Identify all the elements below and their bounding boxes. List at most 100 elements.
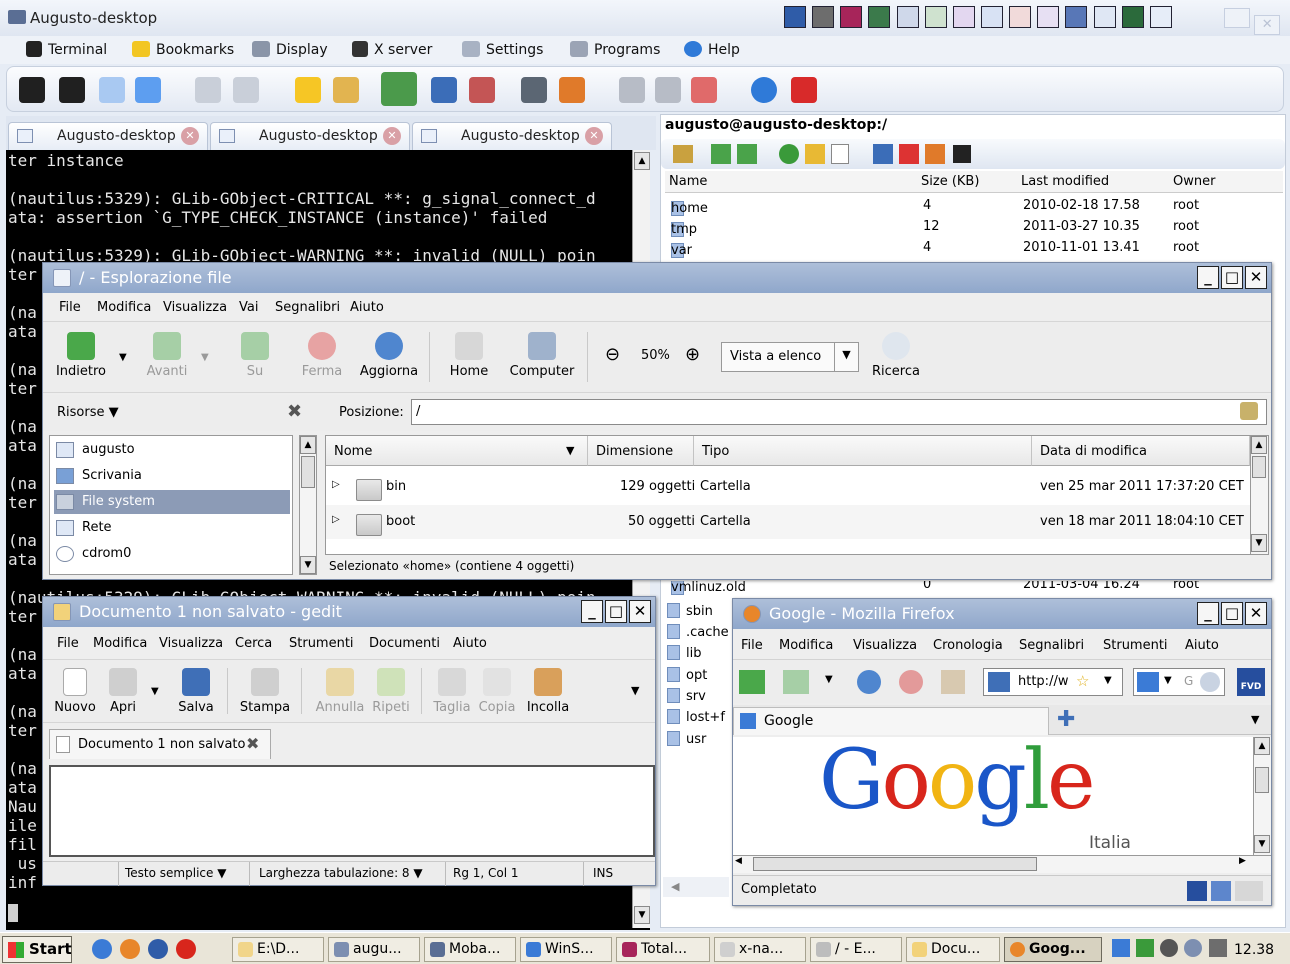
search-engine-icon[interactable] bbox=[1137, 672, 1159, 692]
search-button[interactable]: Ricerca bbox=[865, 332, 927, 379]
zoom-out-icon[interactable]: ⊖ bbox=[605, 344, 620, 365]
horizontal-scrollbar[interactable]: ◀ ▶ bbox=[733, 855, 1271, 873]
sidebar-item-scrivania[interactable]: Scrivania bbox=[54, 464, 290, 488]
column-data[interactable]: Data di modifica bbox=[1032, 436, 1250, 466]
maximize-button[interactable]: □ bbox=[1221, 602, 1243, 625]
file-list-scrollbar[interactable]: ▲ ▼ bbox=[1250, 436, 1268, 554]
column-name[interactable]: Name bbox=[669, 174, 707, 189]
home-button[interactable]: Home bbox=[443, 332, 495, 379]
quick-launch-icon[interactable] bbox=[1121, 6, 1144, 28]
open-button[interactable]: Apri bbox=[103, 668, 143, 715]
table-row[interactable]: ▷ boot 50 oggetti Cartella ven 18 mar 20… bbox=[326, 505, 1250, 539]
close-tab-icon[interactable]: ✖ bbox=[246, 734, 259, 753]
back-button[interactable]: Indietro bbox=[51, 332, 111, 379]
new-folder-icon[interactable] bbox=[805, 144, 825, 164]
close-button[interactable]: ✕ bbox=[629, 600, 651, 623]
page-content[interactable]: Google Italia bbox=[733, 737, 1253, 855]
list-item[interactable]: srv bbox=[667, 688, 706, 704]
table-row[interactable]: var 4 2010-11-01 13.41 root bbox=[665, 237, 1283, 258]
tray-icon[interactable] bbox=[1112, 939, 1130, 957]
menu-bookmarks[interactable]: Segnalibri bbox=[1019, 638, 1084, 653]
home-icon[interactable] bbox=[941, 670, 965, 694]
reload-button[interactable]: Aggiorna bbox=[359, 332, 419, 379]
sp-icon[interactable] bbox=[1211, 881, 1231, 901]
url-bar[interactable]: http://w ☆ ▼ bbox=[983, 668, 1123, 696]
tab-session-2[interactable]: Augusto-desktop ✕ bbox=[210, 122, 410, 150]
menu-view[interactable]: Visualizza bbox=[163, 300, 227, 315]
menu-history[interactable]: Cronologia bbox=[933, 638, 1003, 653]
sidebar-item-rete[interactable]: Rete bbox=[54, 516, 290, 540]
close-button[interactable]: ✕ bbox=[1245, 602, 1267, 625]
chevron-down-icon[interactable]: ▼ bbox=[119, 352, 127, 363]
tab-google[interactable]: Google bbox=[733, 707, 1049, 735]
quick-launch-icon[interactable] bbox=[812, 6, 835, 28]
close-sidebar-icon[interactable]: ✖ bbox=[287, 401, 302, 422]
menu-terminal[interactable]: Terminal bbox=[26, 41, 107, 58]
menu-file[interactable]: File bbox=[741, 638, 763, 653]
menu-edit[interactable]: Modifica bbox=[779, 638, 833, 653]
start-button[interactable]: Start bbox=[2, 936, 72, 963]
new-terminal-icon[interactable] bbox=[19, 77, 45, 103]
list-item[interactable]: opt bbox=[667, 667, 707, 683]
menu-file[interactable]: File bbox=[59, 300, 81, 315]
sidebar-item-filesystem[interactable]: File system bbox=[54, 490, 290, 514]
paste-button[interactable]: Incolla bbox=[523, 668, 573, 715]
table-row[interactable]: tmp 12 2011-03-27 10.35 root bbox=[665, 216, 1283, 237]
scroll-down-icon[interactable]: ▼ bbox=[1251, 534, 1267, 552]
language-select[interactable]: Testo semplice ▼ bbox=[125, 866, 226, 880]
view-mode-select[interactable]: Vista a elenco ▼ bbox=[721, 342, 859, 372]
page-scrollbar[interactable]: ▲ ▼ bbox=[1253, 737, 1271, 855]
chevron-down-icon[interactable]: ▼ bbox=[1251, 713, 1259, 726]
scroll-down-icon[interactable]: ▼ bbox=[1254, 835, 1270, 853]
firefox-icon[interactable] bbox=[120, 939, 141, 959]
arrow-right-icon[interactable] bbox=[135, 77, 161, 103]
arrow-left-icon[interactable] bbox=[99, 77, 125, 103]
menu-help[interactable]: Help bbox=[684, 41, 740, 58]
menu-help[interactable]: Aiuto bbox=[350, 300, 384, 315]
chevron-down-icon[interactable]: ▼ bbox=[1164, 675, 1172, 686]
text-editor-area[interactable] bbox=[49, 765, 655, 857]
redo-button[interactable]: Ripeti bbox=[369, 668, 413, 715]
menu-help[interactable]: Aiuto bbox=[453, 636, 487, 651]
column-nome[interactable]: Nome ▼ bbox=[326, 436, 588, 466]
tab-session-3[interactable]: Augusto-desktop ✕ bbox=[412, 122, 612, 150]
download-icon[interactable] bbox=[711, 144, 731, 164]
list-item[interactable]: lib bbox=[667, 645, 701, 661]
star-icon[interactable]: ☆ bbox=[1076, 672, 1089, 690]
power-icon[interactable] bbox=[791, 77, 817, 103]
tab-session-1[interactable]: Augusto-desktop ✕ bbox=[8, 122, 208, 150]
taskbar-item[interactable]: Moba... bbox=[424, 937, 516, 962]
scroll-down-icon[interactable]: ▼ bbox=[634, 906, 650, 924]
taskbar-item[interactable]: x-na... bbox=[714, 937, 806, 962]
chevron-down-icon[interactable]: ▼ bbox=[201, 352, 209, 363]
chevron-down-icon[interactable]: ▼ bbox=[631, 684, 639, 697]
maximize-button[interactable]: □ bbox=[605, 600, 627, 623]
refresh-icon[interactable] bbox=[779, 144, 799, 164]
menu-view[interactable]: Visualizza bbox=[159, 636, 223, 651]
panel-icon[interactable] bbox=[521, 77, 547, 103]
windows-icon[interactable] bbox=[559, 77, 585, 103]
column-modified[interactable]: Last modified bbox=[1021, 174, 1109, 189]
scroll-up-icon[interactable]: ▲ bbox=[1254, 737, 1270, 755]
back-icon[interactable] bbox=[739, 670, 765, 694]
terminal-icon[interactable] bbox=[59, 77, 85, 103]
undo-button[interactable]: Annulla bbox=[315, 668, 365, 715]
close-button[interactable]: ✕ bbox=[1245, 266, 1267, 289]
scroll-left-icon[interactable]: ◀ bbox=[663, 877, 729, 897]
scroll-thumb[interactable] bbox=[1255, 767, 1269, 793]
minimize-button[interactable] bbox=[1224, 8, 1250, 28]
scroll-left-icon[interactable]: ◀ bbox=[735, 856, 742, 866]
forward-icon[interactable] bbox=[783, 670, 809, 694]
taskbar-item[interactable]: Docu... bbox=[906, 937, 1000, 962]
quick-launch-icon[interactable] bbox=[980, 6, 1003, 28]
menu-go[interactable]: Vai bbox=[239, 300, 258, 315]
scroll-up-icon[interactable]: ▲ bbox=[1251, 436, 1267, 454]
stop-icon[interactable] bbox=[899, 670, 923, 694]
quick-launch-icon[interactable] bbox=[840, 6, 863, 28]
quick-launch-icon[interactable] bbox=[924, 6, 947, 28]
help-icon[interactable] bbox=[751, 77, 777, 103]
reload-icon[interactable] bbox=[857, 670, 881, 694]
table-row[interactable]: home 4 2010-02-18 17.58 root bbox=[665, 195, 1283, 216]
x-stop-icon[interactable] bbox=[469, 77, 495, 103]
scroll-up-icon[interactable]: ▲ bbox=[634, 152, 650, 170]
